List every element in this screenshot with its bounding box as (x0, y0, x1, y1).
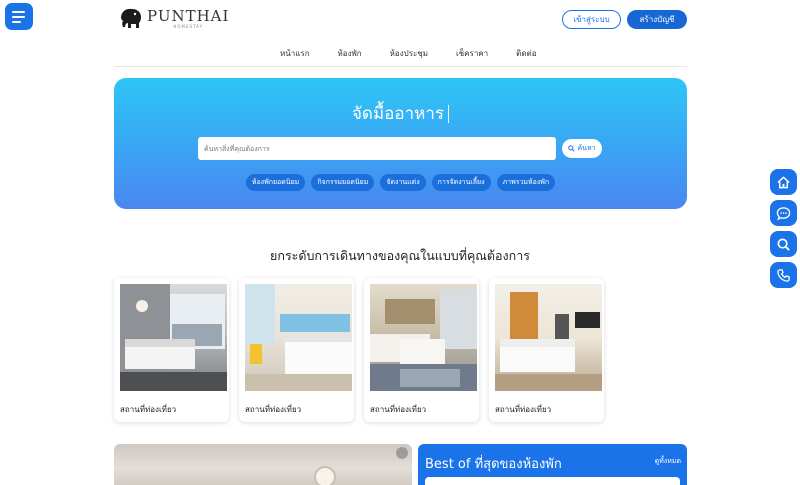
nav-item-check-price[interactable]: เช็คราคา (456, 47, 488, 60)
search-icon (568, 145, 576, 152)
room-photo (245, 284, 352, 391)
search-button[interactable]: ค้นหา (562, 139, 602, 158)
logo-subtitle: HOMESTAY (173, 23, 204, 29)
destination-card[interactable]: สถานที่ท่องเที่ยว (239, 278, 354, 422)
photo-badge (396, 447, 408, 459)
section-title: ยกระดับการเดินทางของคุณในแบบที่คุณต้องกา… (270, 248, 530, 263)
ceiling-light (314, 466, 336, 485)
best-of-rooms-panel: Best of ที่สุดของห้องพัก ดูทั้งหมด (418, 444, 687, 485)
search-input[interactable] (198, 137, 556, 160)
main-nav: หน้าแรก ห้องพัก ห้องประชุม เช็คราคา ติดต… (280, 47, 537, 60)
typing-caret (448, 105, 450, 123)
card-label: สถานที่ท่องเที่ยว (120, 405, 177, 414)
search-shortcut-button[interactable] (770, 231, 797, 257)
register-button[interactable]: สร้างบัญชี (627, 10, 687, 29)
destination-card[interactable]: สถานที่ท่องเที่ยว (364, 278, 479, 422)
hero-title: จัดมื้ออาหาร (114, 100, 687, 127)
hero-title-text: จัดมื้ออาหาร (351, 104, 445, 124)
room-photo (120, 284, 227, 391)
phone-button[interactable] (770, 262, 797, 288)
quick-links: ห้องพักยอดนิยม กิจกรรมยอดนิยม จัดงานแต่ง… (114, 174, 687, 191)
nav-item-contact[interactable]: ติดต่อ (516, 47, 536, 60)
phone-icon (777, 268, 790, 282)
room-photo (370, 284, 477, 391)
search-icon (777, 238, 790, 251)
nav-item-meeting-rooms[interactable]: ห้องประชุม (390, 47, 428, 60)
home-button[interactable] (770, 169, 797, 195)
room-photo (495, 284, 602, 391)
chip-popular-rooms[interactable]: ห้องพักยอดนิยม (245, 174, 306, 191)
home-icon (777, 176, 790, 188)
destination-cards: สถานที่ท่องเที่ยว สถานที่ท่องเที่ยว สถาน… (114, 278, 604, 422)
chip-wedding[interactable]: จัดงานแต่ง (380, 174, 426, 191)
card-label: สถานที่ท่องเที่ยว (370, 405, 427, 414)
card-label: สถานที่ท่องเที่ยว (245, 405, 302, 414)
card-label: สถานที่ท่องเที่ยว (495, 405, 552, 414)
destination-card[interactable]: สถานที่ท่องเที่ยว (489, 278, 604, 422)
chip-popular-activities[interactable]: กิจกรรมยอดนิยม (311, 174, 375, 191)
chat-icon (776, 206, 791, 220)
nav-item-home[interactable]: หน้าแรก (280, 47, 310, 60)
logo[interactable]: PUNTHAI HOMESTAY (118, 6, 229, 30)
floating-actions (770, 169, 797, 288)
see-all-link[interactable]: ดูทั้งหมด (655, 456, 681, 467)
logo-name: PUNTHAI (147, 6, 230, 25)
featured-room-photo[interactable] (114, 444, 412, 485)
login-button[interactable]: เข้าสู่ระบบ (562, 10, 621, 29)
chip-party[interactable]: การจัดงานเลี้ยง (431, 174, 491, 191)
hero-banner: จัดมื้ออาหาร ค้นหา ห้องพักยอดนิยม กิจกรร… (114, 78, 687, 209)
search-button-label: ค้นหา (577, 144, 596, 152)
nav-divider (114, 66, 687, 67)
chat-button[interactable] (770, 200, 797, 226)
destination-card[interactable]: สถานที่ท่องเที่ยว (114, 278, 229, 422)
page: PUNTHAI HOMESTAY เข้าสู่ระบบ สร้างบัญชี … (0, 0, 800, 485)
elephant-logo-icon (121, 8, 141, 28)
menu-icon[interactable] (5, 3, 33, 30)
nav-item-rooms[interactable]: ห้องพัก (338, 47, 362, 60)
best-of-title: Best of ที่สุดของห้องพัก (425, 457, 562, 472)
best-of-list (425, 477, 680, 485)
chip-rooms-overview[interactable]: ภาพรวมห้องพัก (496, 174, 556, 191)
